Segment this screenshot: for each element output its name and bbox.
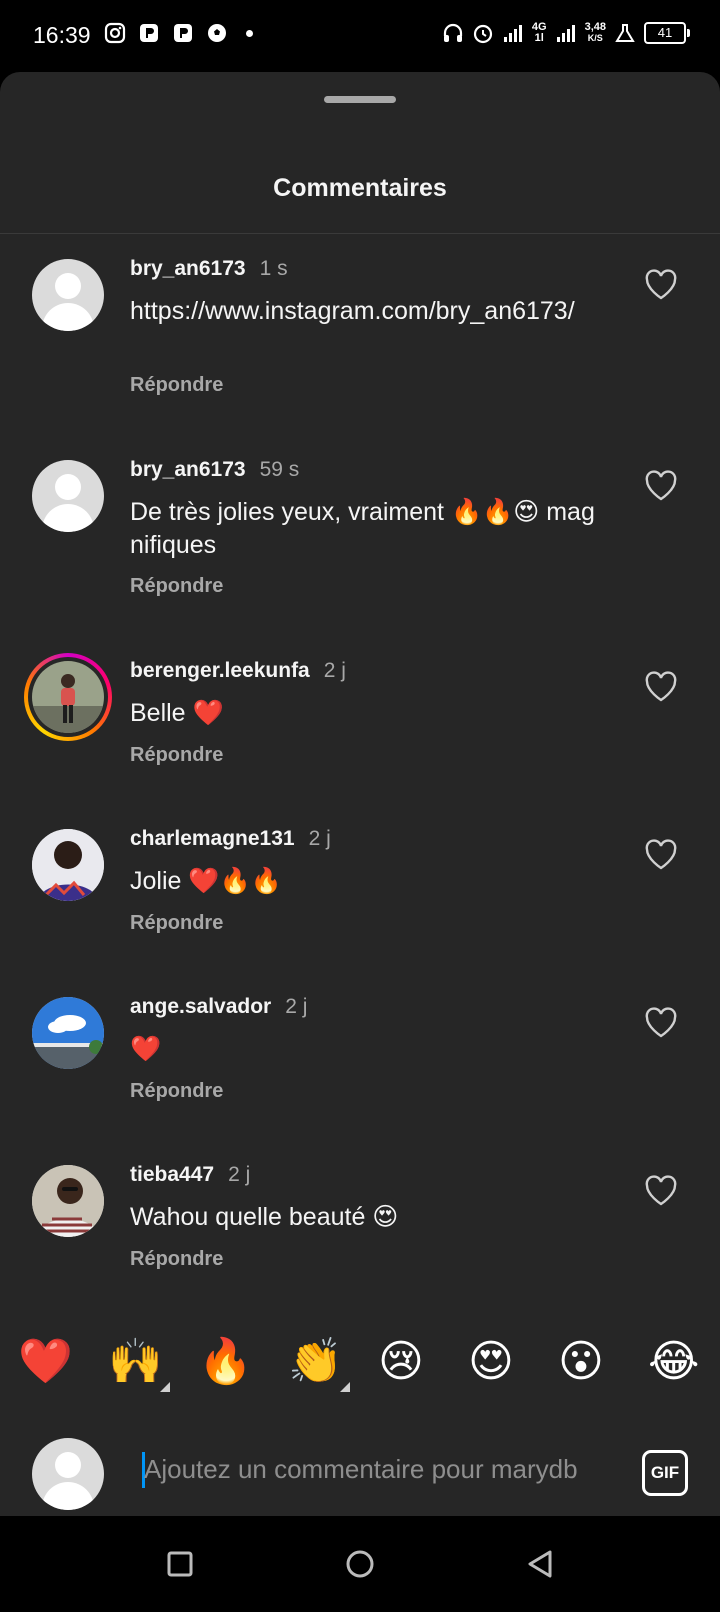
comment-username[interactable]: charlemagne131 2 j	[130, 827, 331, 851]
emoji-fire[interactable]: 🔥	[198, 1334, 253, 1390]
heart-icon[interactable]	[644, 470, 678, 502]
comment-text: Jolie ❤️🔥🔥	[130, 867, 282, 895]
comment-text: Belle ❤️	[130, 699, 224, 727]
comment-time: 2 j	[285, 995, 308, 1018]
gif-button[interactable]: GIF	[642, 1450, 688, 1496]
reply-button[interactable]: Répondre	[130, 912, 223, 935]
comment-username[interactable]: bry_an6173 59 s	[130, 458, 299, 482]
status-bar: 16:39 4G 1l 3,48 K/S 41	[0, 0, 720, 72]
heart-icon[interactable]	[644, 269, 678, 301]
emoji-heart[interactable]: ❤️	[18, 1334, 73, 1390]
app-p-icon	[174, 24, 192, 42]
network-type: 4G 1l	[531, 21, 547, 44]
avatar-story-ring[interactable]	[24, 653, 112, 741]
avatar[interactable]	[32, 1165, 104, 1237]
emoji-quick-bar: ❤️ 🙌 🔥 👏 😢 😍 😮 😂	[0, 1334, 720, 1434]
comment-text: Wahou quelle beauté 😍	[130, 1203, 399, 1231]
heart-icon[interactable]	[644, 1007, 678, 1039]
status-time: 16:39	[33, 22, 91, 48]
alarm-icon	[473, 24, 492, 44]
signal-icon	[503, 25, 522, 42]
headphones-icon	[443, 23, 462, 42]
comment-time: 2 j	[323, 659, 346, 682]
battery-level: 41	[644, 22, 690, 44]
comment-input[interactable]: Ajoutez un commentaire pour marydb	[144, 1454, 609, 1494]
lab-flask-icon	[615, 24, 635, 42]
comment-text: ❤️	[130, 1035, 162, 1063]
sheet-title: Commentaires	[273, 174, 447, 202]
comment-time: 59 s	[259, 458, 300, 481]
skin-tone-indicator	[160, 1382, 170, 1392]
reply-button[interactable]: Répondre	[130, 1080, 223, 1103]
heart-icon[interactable]	[644, 1175, 678, 1207]
comment-time: 2 j	[308, 827, 331, 850]
home-icon[interactable]	[340, 1544, 380, 1584]
comment-text: De très jolies yeux, vraiment 🔥🔥😍 magnif…	[130, 498, 595, 559]
comment-username[interactable]: ange.salvador 2 j	[130, 995, 307, 1019]
reply-button[interactable]: Répondre	[130, 575, 223, 598]
signal-icon	[556, 25, 575, 42]
comment-username[interactable]: tieba447 2 j	[130, 1163, 250, 1187]
comments-sheet: Commentaires bry_an6173 1 s https://www.i…	[0, 72, 720, 1516]
comment-text: https://www.instagram.com/bry_an6173/	[130, 297, 575, 325]
heart-icon[interactable]	[644, 671, 678, 703]
divider	[0, 233, 720, 234]
emoji-clapping[interactable]: 👏	[288, 1334, 343, 1390]
emoji-surprised[interactable]: 😮	[558, 1334, 604, 1390]
system-nav-bar	[0, 1516, 720, 1612]
heart-icon[interactable]	[644, 839, 678, 871]
more-notifications-dot	[246, 29, 253, 37]
football-icon	[208, 24, 226, 42]
avatar[interactable]	[32, 259, 104, 331]
instagram-icon	[104, 22, 126, 44]
comment-time: 1 s	[259, 257, 288, 280]
emoji-laughing[interactable]: 😂	[648, 1334, 699, 1390]
emoji-heart-eyes[interactable]: 😍	[468, 1334, 514, 1390]
reply-button[interactable]: Répondre	[130, 744, 223, 767]
drag-handle[interactable]	[324, 96, 396, 103]
system-icons: 4G 1l 3,48 K/S 41	[442, 21, 690, 44]
app-p-icon	[140, 24, 158, 42]
comment-username[interactable]: berenger.leekunfa 2 j	[130, 659, 346, 683]
comment-time: 2 j	[228, 1163, 251, 1186]
avatar[interactable]	[32, 997, 104, 1069]
skin-tone-indicator	[340, 1382, 350, 1392]
network-speed: 3,48 K/S	[584, 21, 606, 44]
comment-composer: Ajoutez un commentaire pour marydb GIF	[0, 1436, 720, 1516]
avatar	[32, 661, 104, 733]
reply-button[interactable]: Répondre	[130, 374, 223, 397]
emoji-crying[interactable]: 😢	[378, 1334, 424, 1390]
recents-icon[interactable]	[160, 1544, 200, 1584]
avatar[interactable]	[32, 829, 104, 901]
reply-button[interactable]: Répondre	[130, 1248, 223, 1271]
back-icon[interactable]	[520, 1544, 560, 1584]
emoji-raised-hands[interactable]: 🙌	[108, 1334, 163, 1390]
avatar[interactable]	[32, 460, 104, 532]
notification-icons	[104, 22, 253, 44]
user-avatar	[32, 1438, 104, 1510]
comment-username[interactable]: bry_an6173 1 s	[130, 257, 288, 281]
